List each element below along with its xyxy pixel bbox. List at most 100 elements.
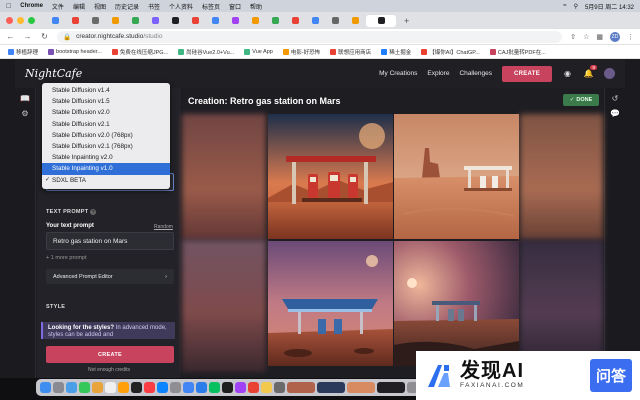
random-prompt-link[interactable]: Random bbox=[154, 224, 173, 230]
wechat-icon[interactable] bbox=[209, 382, 220, 393]
browser-tab[interactable] bbox=[306, 15, 324, 27]
model-option[interactable]: Stable Inpainting v2.0 bbox=[42, 152, 170, 163]
generated-image[interactable] bbox=[394, 114, 519, 239]
notes-icon[interactable] bbox=[118, 382, 129, 393]
browser-tab[interactable] bbox=[186, 15, 204, 27]
bookmark-item[interactable]: 免费在线压缩JPG... bbox=[111, 48, 168, 56]
browser-tab[interactable] bbox=[106, 15, 124, 27]
browser-tab[interactable] bbox=[226, 15, 244, 27]
browser-tab[interactable] bbox=[346, 15, 364, 27]
browser-tab-active[interactable] bbox=[366, 14, 396, 27]
browser-tab[interactable] bbox=[206, 15, 224, 27]
window-minimize-button[interactable] bbox=[17, 17, 24, 24]
browser-tab[interactable] bbox=[326, 15, 344, 27]
browser-tab[interactable] bbox=[246, 15, 264, 27]
bookmark-item[interactable]: 联想应用商店 bbox=[330, 48, 371, 56]
model-option[interactable]: Stable Diffusion v1.4 bbox=[42, 85, 170, 96]
add-prompt-link[interactable]: + 1 more prompt bbox=[46, 255, 87, 261]
bookmark-item[interactable]: CAJ批量转PDF在... bbox=[489, 48, 546, 56]
chrome-menu-icon[interactable]: ⋮ bbox=[627, 33, 634, 41]
app-store-icon[interactable] bbox=[157, 382, 168, 393]
chat-icon[interactable]: 💬 bbox=[605, 109, 625, 118]
bookmark-item[interactable]: Vue App bbox=[244, 48, 273, 55]
profile-avatar[interactable]: ZD bbox=[610, 31, 620, 42]
finder-icon[interactable] bbox=[40, 382, 51, 393]
menubar-item-file[interactable]: 文件 bbox=[52, 2, 64, 11]
window-thumbnail[interactable] bbox=[347, 382, 375, 393]
settings-gear-icon[interactable]: ⚙ bbox=[15, 109, 35, 118]
model-option[interactable]: Stable Diffusion v2.1 bbox=[42, 119, 170, 130]
menubar-datetime[interactable]: 5月9日 周二 14:32 bbox=[585, 2, 634, 11]
window-thumbnail[interactable] bbox=[377, 382, 405, 393]
nav-explore[interactable]: Explore bbox=[427, 70, 449, 77]
done-button[interactable]: ✓ DONE bbox=[563, 94, 599, 106]
messages-icon[interactable] bbox=[79, 382, 90, 393]
app-icon[interactable] bbox=[274, 382, 285, 393]
menubar-item-view[interactable]: 视图 bbox=[94, 2, 106, 11]
extensions-icon[interactable]: ▦ bbox=[596, 33, 603, 41]
advanced-prompt-editor-button[interactable]: Advanced Prompt Editor › bbox=[46, 269, 174, 284]
menubar-item-help[interactable]: 帮助 bbox=[250, 2, 262, 11]
menubar-item-edit[interactable]: 编辑 bbox=[73, 2, 85, 11]
bookmark-item[interactable]: 尚硅谷Vue2.0+Vu... bbox=[178, 48, 234, 56]
browser-tab[interactable] bbox=[86, 15, 104, 27]
star-icon[interactable]: ☆ bbox=[583, 33, 589, 41]
window-close-button[interactable] bbox=[6, 17, 13, 24]
nav-my-creations[interactable]: My Creations bbox=[379, 70, 417, 77]
window-zoom-button[interactable] bbox=[28, 17, 35, 24]
model-option-highlighted[interactable]: Stable Inpainting v1.0 bbox=[42, 163, 170, 175]
notification-bell-icon[interactable]: 🔔 8 bbox=[583, 65, 597, 79]
menubar-item-profile[interactable]: 个人资料 bbox=[169, 2, 193, 11]
model-option[interactable]: Stable Diffusion v2.1 (768px) bbox=[42, 141, 170, 152]
bookmark-item[interactable]: 移植辞理 bbox=[8, 48, 38, 56]
generated-image[interactable] bbox=[268, 241, 393, 366]
menubar-item-history[interactable]: 历史记录 bbox=[115, 2, 139, 11]
calendar-icon[interactable] bbox=[105, 382, 116, 393]
history-icon[interactable]: ↺ bbox=[605, 94, 625, 103]
menubar-item-bookmarks[interactable]: 书签 bbox=[148, 2, 160, 11]
forward-icon[interactable]: → bbox=[23, 32, 32, 41]
discord-icon[interactable]: ◉ bbox=[562, 68, 573, 79]
app-icon[interactable] bbox=[235, 382, 246, 393]
generated-image[interactable] bbox=[268, 114, 393, 239]
generated-image[interactable] bbox=[394, 241, 519, 366]
model-option[interactable]: Stable Diffusion v1.5 bbox=[42, 96, 170, 107]
browser-tab[interactable] bbox=[266, 15, 284, 27]
bookmark-item[interactable]: 稀土掘金 bbox=[381, 48, 411, 56]
vscode-icon[interactable] bbox=[196, 382, 207, 393]
create-button[interactable]: CREATE bbox=[46, 346, 174, 363]
menubar-item-window[interactable]: 窗口 bbox=[229, 2, 241, 11]
reload-icon[interactable]: ↻ bbox=[40, 32, 49, 41]
browser-tab[interactable] bbox=[286, 15, 304, 27]
browser-tab[interactable] bbox=[66, 15, 84, 27]
address-bar[interactable]: 🔒 creator.nightcafe.studio/studio bbox=[57, 30, 563, 43]
system-settings-icon[interactable] bbox=[170, 382, 181, 393]
apple-icon[interactable]:  bbox=[6, 3, 11, 10]
book-icon[interactable]: 📖 bbox=[15, 94, 35, 103]
browser-tab[interactable] bbox=[46, 15, 64, 27]
model-option[interactable]: Stable Diffusion v2.0 (768px) bbox=[42, 130, 170, 141]
model-option[interactable]: Stable Diffusion v2.0 bbox=[42, 107, 170, 118]
bookmark-item[interactable]: 【爆你AI】ChatGP... bbox=[421, 48, 480, 56]
user-avatar-icon[interactable] bbox=[604, 68, 615, 79]
browser-tab[interactable] bbox=[146, 15, 164, 27]
app-icon[interactable] bbox=[248, 382, 259, 393]
photos-icon[interactable] bbox=[92, 382, 103, 393]
launchpad-icon[interactable] bbox=[53, 382, 64, 393]
wifi-icon[interactable]: ≈ bbox=[563, 3, 566, 9]
back-icon[interactable]: ← bbox=[6, 32, 15, 41]
help-icon[interactable]: ? bbox=[90, 209, 97, 215]
new-tab-button[interactable]: + bbox=[404, 16, 409, 26]
model-option-checked[interactable]: ✓ SDXL BETA bbox=[42, 175, 170, 186]
music-icon[interactable] bbox=[144, 382, 155, 393]
bookmark-item[interactable]: bootstrap header... bbox=[48, 48, 102, 55]
share-icon[interactable]: ⇧ bbox=[570, 33, 576, 41]
browser-tab[interactable] bbox=[126, 15, 144, 27]
bookmark-item[interactable]: 电影-好恐怖 bbox=[282, 48, 320, 56]
safari-icon[interactable] bbox=[66, 382, 77, 393]
nav-challenges[interactable]: Challenges bbox=[459, 70, 492, 77]
menubar-item-tabs[interactable]: 标签页 bbox=[202, 2, 220, 11]
search-icon[interactable]: ⚲ bbox=[574, 3, 578, 10]
terminal-icon[interactable] bbox=[222, 382, 233, 393]
header-create-button[interactable]: CREATE bbox=[501, 65, 552, 82]
